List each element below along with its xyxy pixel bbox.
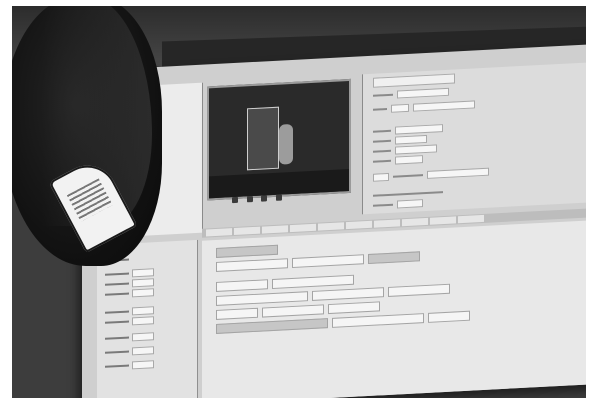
toolbar-button: [290, 223, 316, 233]
param-row: [105, 277, 154, 288]
toolbar-button: [318, 222, 344, 231]
property-row: [373, 144, 437, 155]
property-row: [373, 87, 449, 100]
property-row: [373, 199, 423, 210]
figure-model: [279, 123, 293, 165]
param-row: [105, 287, 154, 298]
control-icon: [261, 195, 268, 202]
viewport-controls: [232, 194, 282, 206]
control-icon: [275, 194, 282, 201]
param-row: [105, 267, 154, 278]
editor-row: [216, 244, 278, 258]
control-icon: [246, 196, 253, 203]
toolbar-button: [262, 225, 288, 234]
property-row: [373, 134, 427, 146]
property-row: [373, 188, 443, 200]
property-row: [373, 100, 475, 113]
3d-viewport: [207, 78, 351, 201]
toolbar-button: [402, 217, 428, 227]
code-editor-panel: [202, 218, 586, 398]
property-row: [373, 167, 489, 182]
param-row: [105, 305, 154, 316]
toolbar-button: [374, 219, 400, 228]
toolbar-button: [206, 228, 232, 237]
properties-panel: [362, 61, 586, 215]
photograph: [12, 6, 586, 398]
param-row: [105, 315, 154, 326]
control-icon: [232, 196, 238, 204]
param-row: [105, 359, 154, 370]
toolbar-button: [346, 220, 372, 230]
wireframe-cage: [247, 106, 279, 171]
param-row: [105, 345, 154, 356]
toolbar-button: [430, 216, 456, 225]
property-row: [373, 155, 423, 166]
properties-tab: [373, 73, 455, 88]
toolbar-button: [234, 226, 260, 236]
toolbar-button: [458, 214, 484, 224]
property-row: [373, 124, 443, 136]
screen-reflection: [66, 178, 113, 222]
param-row: [105, 331, 154, 342]
